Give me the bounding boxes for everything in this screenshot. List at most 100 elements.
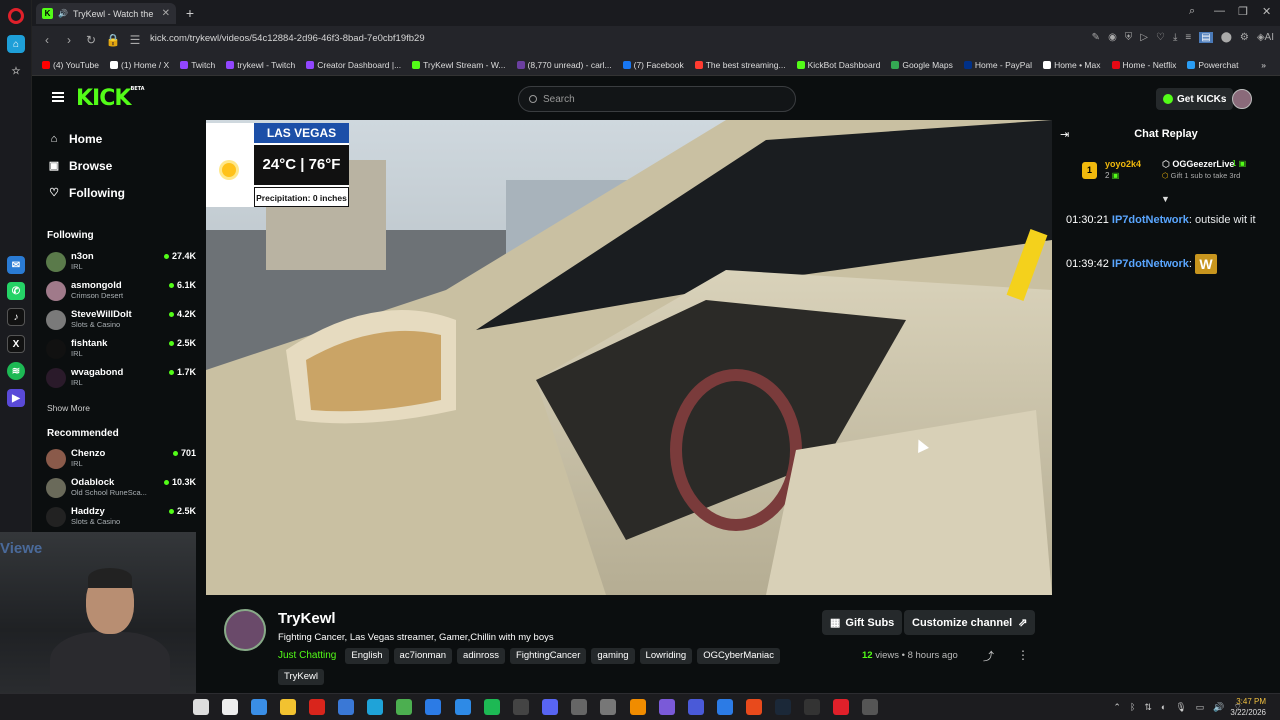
brave-icon[interactable]	[746, 699, 762, 715]
extension-icon[interactable]: ▤	[1199, 32, 1213, 43]
steam-icon[interactable]	[775, 699, 791, 715]
camera-icon[interactable]: ◉	[1108, 32, 1117, 43]
search-tabs-icon[interactable]: ⌕	[1189, 5, 1195, 18]
url-field[interactable]: kick.com/trykewl/videos/54c12884-2d96-46…	[150, 33, 425, 44]
x-icon[interactable]: X	[7, 335, 25, 353]
mic-icon[interactable]: 🎙	[1175, 702, 1186, 713]
gift-prompt[interactable]: ⬡ Gift 1 sub to take 3rd	[1162, 171, 1240, 180]
new-tab-button[interactable]: +	[182, 5, 198, 21]
app4-icon[interactable]	[717, 699, 733, 715]
gamepad-icon[interactable]	[659, 699, 675, 715]
app2-icon[interactable]	[600, 699, 616, 715]
ai-icon[interactable]: ◈AI	[1257, 32, 1274, 43]
file-explorer-icon[interactable]	[280, 699, 296, 715]
channel-item[interactable]: SteveWillDoIt Slots & Casino 4.2K	[46, 308, 196, 332]
bookmark-item[interactable]: trykewl - Twitch	[226, 60, 295, 70]
message-user[interactable]: IP7dotNetwork	[1112, 258, 1189, 270]
bookmark-item[interactable]: Home - PayPal	[963, 60, 1032, 70]
bookmark-item[interactable]: (4) YouTube	[42, 60, 99, 70]
app5-icon[interactable]	[862, 699, 878, 715]
channel-item[interactable]: n3on IRL 27.4K	[46, 250, 196, 274]
tab-active[interactable]: K 🔊 TryKewl - Watch the V ✕	[36, 3, 176, 24]
show-more-link[interactable]: Show More	[47, 403, 90, 413]
bookmark-item[interactable]: Twitch	[180, 60, 215, 70]
bookmark-item[interactable]: (1) Home / X	[110, 60, 169, 70]
pdf-icon[interactable]	[309, 699, 325, 715]
close-tab-icon[interactable]: ✕	[162, 8, 170, 19]
tag-chip[interactable]: TryKewl	[278, 669, 324, 685]
tag-chip[interactable]: gaming	[591, 648, 635, 664]
bookmark-item[interactable]: Home - Netflix	[1111, 60, 1176, 70]
epic-icon[interactable]	[804, 699, 820, 715]
opera-taskbar-icon[interactable]	[833, 699, 849, 715]
settings-icon[interactable]: ⚙	[1240, 32, 1249, 43]
tray-chevron-icon[interactable]: ⌃	[1113, 702, 1121, 713]
tag-chip[interactable]: ac7ionman	[393, 648, 453, 664]
channel-name[interactable]: TryKewl	[278, 610, 336, 627]
bookmark-item[interactable]: Home • Max	[1043, 60, 1101, 70]
lock-icon[interactable]: 🔒	[102, 33, 124, 47]
nav-following[interactable]: ♡ Following	[48, 186, 125, 200]
sub-gift-leaderboard[interactable]: 1 yoyo2k4 2 ▣ ⬡ OGGeezerLive 1 ▣ ⬡ Gift …	[1062, 156, 1276, 188]
channel-item[interactable]: fishtank IRL 2.5K	[46, 337, 196, 361]
notes-icon[interactable]	[455, 699, 471, 715]
messenger-icon[interactable]: ✉	[7, 256, 25, 274]
channel-item[interactable]: wvagabond IRL 1.7K	[46, 366, 196, 390]
app-icon[interactable]	[484, 699, 500, 715]
leader-user-2[interactable]: ⬡ OGGeezerLive	[1162, 159, 1234, 170]
bookmark-item[interactable]: KickBot Dashboard	[796, 60, 880, 70]
close-window-icon[interactable]: ✕	[1262, 5, 1271, 18]
tag-chip[interactable]: Lowriding	[639, 648, 693, 664]
media-icon[interactable]	[425, 699, 441, 715]
site-settings-icon[interactable]: ☰	[124, 33, 146, 47]
hamburger-menu-icon[interactable]	[52, 92, 64, 102]
speaker-icon[interactable]: 🔊	[58, 9, 68, 18]
discord-icon[interactable]	[542, 699, 558, 715]
bookmark-item[interactable]: Powerchat	[1187, 60, 1239, 70]
back-icon[interactable]: ‹	[36, 33, 58, 47]
get-kicks-button[interactable]: Get KICKs	[1156, 88, 1234, 110]
vlc-icon[interactable]	[630, 699, 646, 715]
app-tray-icon[interactable]: ◐	[1161, 702, 1166, 713]
play-icon[interactable]: ▷	[1140, 32, 1148, 43]
shield-icon[interactable]: ⛨	[1125, 32, 1133, 43]
tiktok-icon[interactable]: ♪	[7, 308, 25, 326]
whatsapp-icon[interactable]: ✆	[7, 282, 25, 300]
message-user[interactable]: IP7dotNetwork	[1112, 214, 1189, 226]
network-icon[interactable]: ⇅	[1144, 702, 1152, 713]
forward-icon[interactable]: ›	[58, 33, 80, 47]
leader-user-1[interactable]: yoyo2k4	[1105, 159, 1141, 169]
search-taskbar-icon[interactable]	[222, 699, 238, 715]
search-input[interactable]: Search	[518, 86, 796, 112]
reload-icon[interactable]: ↻	[80, 33, 102, 47]
bookmark-item[interactable]: Creator Dashboard |...	[306, 60, 401, 70]
menu-icon[interactable]: ≡	[1185, 32, 1191, 43]
home-rail-icon[interactable]: ⌂	[7, 35, 25, 53]
volume-icon[interactable]: 🔊	[1213, 702, 1224, 713]
tag-chip[interactable]: FightingCancer	[509, 648, 587, 664]
edge-icon[interactable]	[367, 699, 383, 715]
bookmark-item[interactable]: Google Maps	[891, 60, 953, 70]
opera-logo-icon[interactable]	[8, 8, 24, 24]
video-player[interactable]: LAS VEGAS 24°C | 76°F Precipitation: 0 i…	[206, 120, 1052, 595]
user-avatar[interactable]	[1232, 89, 1252, 109]
channel-avatar[interactable]	[224, 609, 266, 651]
tag-chip[interactable]: OGCyberManiac	[697, 648, 780, 664]
app3-icon[interactable]	[688, 699, 704, 715]
expand-chevron-icon[interactable]: ▼	[1161, 194, 1170, 204]
customize-channel-button[interactable]: Customize channel ⇗	[904, 610, 1036, 635]
bookmark-item[interactable]: (8,770 unread) - carl...	[516, 60, 612, 70]
windows-start-icon[interactable]	[193, 699, 209, 715]
chrome-icon[interactable]	[396, 699, 412, 715]
bookmarks-overflow-icon[interactable]: »	[1261, 60, 1266, 70]
channel-item[interactable]: Haddzy Slots & Casino 2.5K	[46, 505, 196, 529]
tag-chip[interactable]: adinross	[457, 648, 505, 664]
kick-logo[interactable]: KICKBETA	[76, 86, 145, 111]
obs-icon[interactable]	[513, 699, 529, 715]
download-icon[interactable]: ⤓	[1173, 32, 1177, 43]
bookmark-item[interactable]: TryKewl Stream - W...	[412, 60, 506, 70]
category-link[interactable]: Just Chatting	[278, 648, 336, 664]
gift-subs-button[interactable]: ▦ Gift Subs	[822, 610, 903, 635]
more-options-icon[interactable]: ⋮	[1017, 648, 1029, 662]
copilot-icon[interactable]	[251, 699, 267, 715]
